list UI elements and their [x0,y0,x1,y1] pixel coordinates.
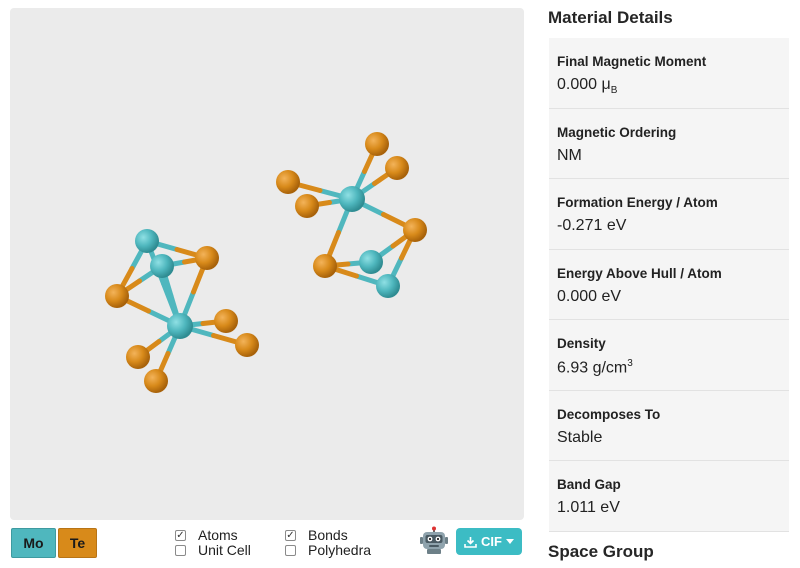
cif-download-button[interactable]: CIF [456,528,522,555]
property-row: Energy Above Hull / Atom 0.000 eV [549,249,789,320]
property-row: Formation Energy / Atom -0.271 eV [549,179,789,250]
material-details-panel: Material Details Final Magnetic Moment 0.… [548,0,800,568]
polyhedra-checkbox[interactable] [285,544,296,556]
property-row: Final Magnetic Moment 0.000 μB [549,38,789,109]
atom-te[interactable] [385,156,409,180]
atom-te[interactable] [403,218,427,242]
atom-mo[interactable] [150,254,174,278]
property-label: Final Magnetic Moment [557,54,707,69]
element-button-te[interactable]: Te [58,528,97,558]
property-row: Density 6.93 g/cm3 [549,320,789,391]
property-label: Band Gap [557,477,621,492]
bonds-toggle-label: Bonds [308,527,348,543]
atom-mo[interactable] [135,229,159,253]
atom-te[interactable] [214,309,238,333]
property-value: 6.93 g/cm3 [557,358,633,377]
property-list: Final Magnetic Moment 0.000 μB Magnetic Or… [549,38,789,532]
structure-viewer[interactable] [10,8,524,520]
crystal-structure[interactable] [10,8,524,520]
property-label: Energy Above Hull / Atom [557,265,722,281]
bonds-toggle[interactable]: ✓ Bonds [285,527,348,543]
robot-icon[interactable] [419,526,449,556]
atom-te[interactable] [295,194,319,218]
property-value: Stable [557,428,603,446]
unit-cell-toggle-label: Unit Cell [198,542,251,558]
atom-te[interactable] [313,254,337,278]
property-label: Density [557,336,606,351]
atom-te[interactable] [276,170,300,194]
polyhedra-toggle-label: Polyhedra [308,542,372,558]
property-value: -0.271 eV [557,217,627,234]
property-label: Formation Energy / Atom [557,195,718,210]
property-value: NM [557,146,582,164]
material-details-title: Material Details [548,8,673,27]
atoms-toggle-label: Atoms [198,527,238,543]
unit-cell-checkbox[interactable] [175,544,186,556]
atom-te[interactable] [105,284,129,308]
unit-cell-toggle[interactable]: Unit Cell [175,542,251,558]
viewer-controls: Mo Te ✓ Atoms Unit Cell ✓ Bonds Polyhedr… [0,520,540,568]
polyhedra-toggle[interactable]: Polyhedra [285,542,371,558]
element-button-mo[interactable]: Mo [11,528,56,558]
atom-te[interactable] [126,345,150,369]
property-value: 1.011 eV [557,499,620,516]
atom-te[interactable] [144,369,168,393]
atom-mo[interactable] [167,313,193,339]
atoms-checkbox[interactable]: ✓ [175,529,186,541]
atom-te[interactable] [365,132,389,156]
property-value: 0.000 μB [557,76,618,97]
property-value: 0.000 eV [557,287,622,305]
atoms-toggle[interactable]: ✓ Atoms [175,527,238,543]
property-row: Magnetic Ordering NM [549,108,789,179]
atom-mo[interactable] [376,274,400,298]
property-label: Decomposes To [557,406,661,422]
space-group-title: Space Group [548,542,654,561]
atom-te[interactable] [235,333,259,357]
atom-mo[interactable] [339,186,365,212]
property-row: Decomposes To Stable [549,390,789,461]
bonds-checkbox[interactable]: ✓ [285,529,296,541]
property-label: Magnetic Ordering [557,124,677,140]
atom-mo[interactable] [359,250,383,274]
download-icon [464,536,477,548]
caret-down-icon [505,538,514,544]
cif-download-label: CIF [481,534,502,549]
property-row: Band Gap 1.011 eV [549,461,789,532]
atom-te[interactable] [195,246,219,270]
